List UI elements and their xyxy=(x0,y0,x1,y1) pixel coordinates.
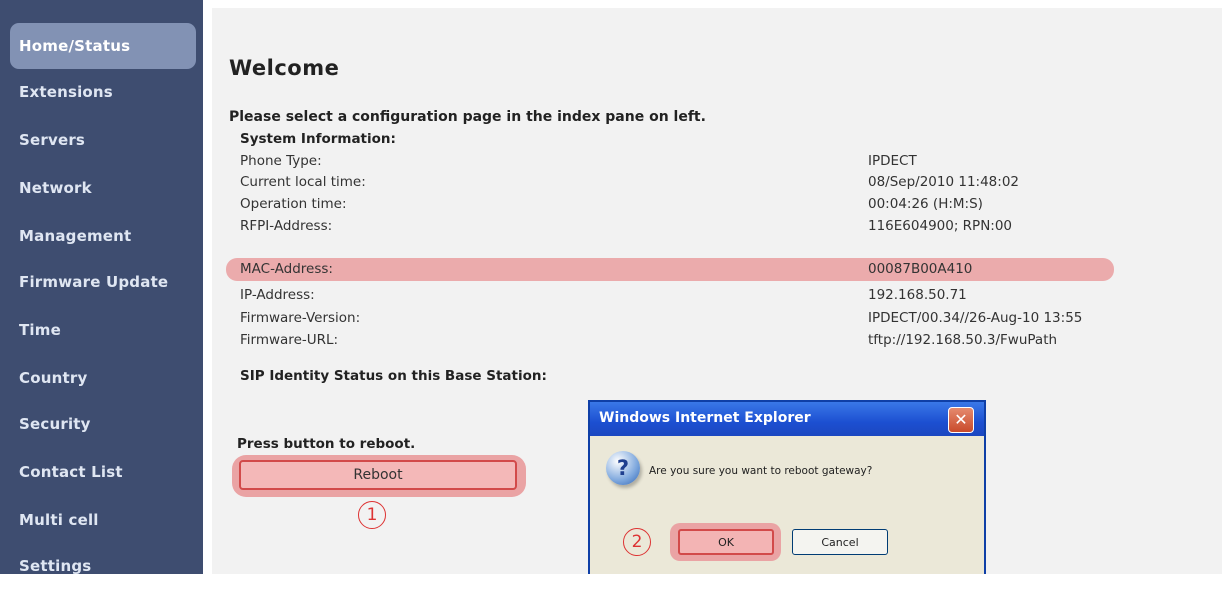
reboot-button[interactable]: Reboot xyxy=(239,460,517,490)
ok-button[interactable]: OK xyxy=(678,529,774,555)
local-time-value: 08/Sep/2010 11:48:02 xyxy=(868,174,1019,190)
firmware-url-value: tftp://192.168.50.3/FwuPath xyxy=(868,332,1058,348)
sidebar-item-management[interactable]: Management xyxy=(10,213,196,259)
mac-address-value: 00087B00A410 xyxy=(868,261,973,277)
intro-text: Please select a configuration page in th… xyxy=(229,109,706,125)
sip-status-heading: SIP Identity Status on this Base Station… xyxy=(240,368,547,384)
page-title: Welcome xyxy=(229,56,340,80)
phone-type-label: Phone Type: xyxy=(240,153,322,169)
dialog-message: Are you sure you want to reboot gateway? xyxy=(649,465,873,477)
step-2-marker: 2 xyxy=(623,528,651,556)
local-time-label: Current local time: xyxy=(240,174,366,190)
dialog-title: Windows Internet Explorer xyxy=(599,410,811,426)
firmware-version-value: IPDECT/00.34//26-Aug-10 13:55 xyxy=(868,310,1083,326)
system-info-heading: System Information: xyxy=(240,131,396,147)
sidebar-item-time[interactable]: Time xyxy=(10,307,196,353)
sidebar-item-security[interactable]: Security xyxy=(10,401,196,447)
firmware-version-label: Firmware-Version: xyxy=(240,310,361,326)
cancel-button[interactable]: Cancel xyxy=(792,529,888,555)
question-icon: ? xyxy=(606,451,640,485)
sidebar-item-servers[interactable]: Servers xyxy=(10,117,196,163)
mac-address-label: MAC-Address: xyxy=(240,261,333,277)
phone-type-value: IPDECT xyxy=(868,153,917,169)
close-icon[interactable]: ✕ xyxy=(948,407,974,433)
sidebar-item-extensions[interactable]: Extensions xyxy=(10,69,196,115)
sidebar-item-firmware-update[interactable]: Firmware Update xyxy=(10,259,196,305)
sidebar-item-country[interactable]: Country xyxy=(10,355,196,401)
sidebar-item-settings[interactable]: Settings xyxy=(10,543,196,589)
sidebar-nav: Home/Status Extensions Servers Network M… xyxy=(0,0,203,575)
dialog-titlebar[interactable]: Windows Internet Explorer ✕ xyxy=(590,402,984,436)
firmware-url-label: Firmware-URL: xyxy=(240,332,339,348)
ip-address-label: IP-Address: xyxy=(240,287,315,303)
reboot-prompt: Press button to reboot. xyxy=(237,436,416,452)
sidebar-item-home-status[interactable]: Home/Status xyxy=(10,23,196,69)
sidebar-item-network[interactable]: Network xyxy=(10,165,196,211)
sidebar-item-multi-cell[interactable]: Multi cell xyxy=(10,497,196,543)
ip-address-value: 192.168.50.71 xyxy=(868,287,967,303)
operation-time-value: 00:04:26 (H:M:S) xyxy=(868,196,983,212)
sidebar-item-contact-list[interactable]: Contact List xyxy=(10,449,196,495)
step-1-marker: 1 xyxy=(358,501,386,529)
operation-time-label: Operation time: xyxy=(240,196,347,212)
rfpi-address-label: RFPI-Address: xyxy=(240,218,333,234)
rfpi-address-value: 116E604900; RPN:00 xyxy=(868,218,1013,234)
mac-address-highlight xyxy=(226,258,1114,281)
confirm-dialog: Windows Internet Explorer ✕ ? Are you su… xyxy=(588,400,986,574)
